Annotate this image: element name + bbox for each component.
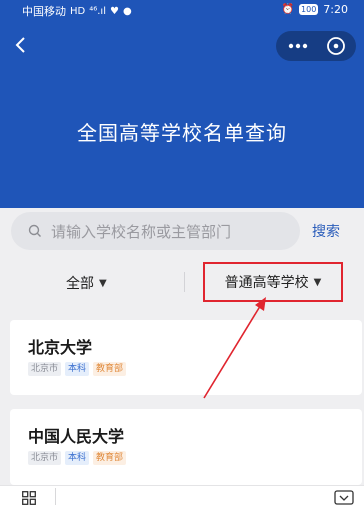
toolbar-divider [55, 488, 56, 505]
filter-type-dropdown[interactable]: 普通高等学校 ▼ [203, 262, 343, 302]
status-left: 中国移动 HD ⁴⁶.ıl ♥ ● [22, 3, 132, 19]
alarm-icon: ⏰ [281, 4, 295, 15]
status-bar: 中国移动 HD ⁴⁶.ıl ♥ ● ⏰ 100 7:20 [0, 0, 364, 20]
grid-icon[interactable] [22, 491, 36, 505]
caret-down-icon: ▼ [99, 277, 107, 289]
school-card[interactable]: 中国人民大学 北京市 本科 教育部 [10, 409, 362, 485]
school-card[interactable]: 北京大学 北京市 本科 教育部 [10, 320, 362, 395]
caret-down-icon: ▼ [313, 276, 322, 288]
hd-badge: HD [70, 5, 86, 17]
department-tag: 教育部 [93, 451, 127, 465]
filter-region-label: 全部 [66, 276, 94, 292]
keyboard-icon[interactable] [334, 490, 354, 505]
school-tags: 北京市 本科 教育部 [28, 451, 127, 465]
department-tag: 教育部 [93, 362, 127, 376]
level-tag: 本科 [65, 451, 90, 465]
search-icon [28, 224, 41, 237]
level-tag: 本科 [65, 362, 90, 376]
wechat-icon: ● [122, 5, 132, 17]
battery-level: 100 [299, 4, 319, 15]
filter-divider [184, 272, 185, 292]
city-tag: 北京市 [28, 451, 62, 465]
signal-icon: ⁴⁶.ıl [89, 5, 106, 17]
carrier-name: 中国移动 [22, 5, 66, 18]
search-box [11, 212, 300, 252]
miniprogram-capsule [276, 31, 356, 61]
school-name: 北京大学 [28, 338, 93, 357]
more-button[interactable] [282, 31, 314, 61]
heart-icon: ♥ [110, 5, 119, 17]
close-button[interactable] [321, 31, 351, 61]
status-right: ⏰ 100 7:20 [282, 3, 348, 16]
filter-region-dropdown[interactable]: 全部 ▼ [66, 273, 107, 293]
school-name: 中国人民大学 [28, 427, 125, 446]
school-tags: 北京市 本科 教育部 [28, 362, 127, 376]
city-tag: 北京市 [28, 362, 62, 376]
clock: 7:20 [323, 3, 348, 16]
search-input[interactable] [49, 212, 293, 252]
back-button[interactable] [10, 30, 32, 60]
filter-type-label: 普通高等学校 [224, 275, 309, 291]
chevron-left-icon [15, 37, 25, 53]
close-icon [327, 37, 345, 55]
search-button[interactable]: 搜索 [312, 221, 340, 241]
more-icon [288, 43, 308, 49]
page-title: 全国高等学校名单查询 [77, 121, 287, 145]
